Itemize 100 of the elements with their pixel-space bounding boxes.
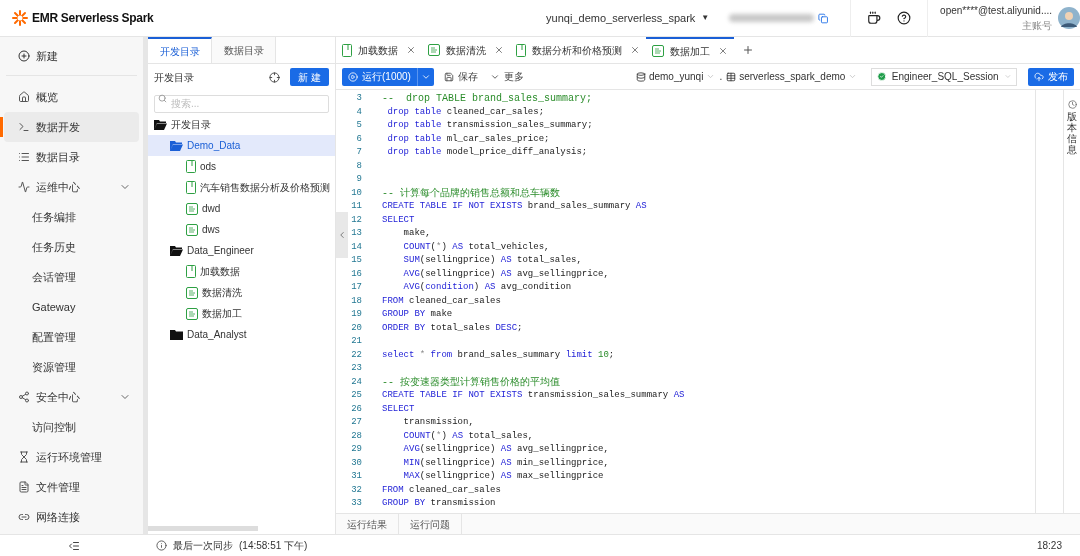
nav-item[interactable]: Gateway — [4, 292, 139, 322]
copy-icon[interactable] — [817, 12, 829, 24]
code-line: AVG(sellingprice) AS avg_sellingprice, — [402, 443, 609, 457]
separator-dot: . — [719, 70, 723, 84]
nav-icon — [18, 121, 30, 133]
line-number: 13 — [350, 227, 362, 241]
line-number: 4 — [355, 105, 362, 119]
open-folder-icon — [170, 245, 183, 256]
workspace-selector[interactable]: yunqi_demo_serverless_spark ▼ — [546, 9, 710, 27]
nav-item[interactable]: 文件管理 — [4, 472, 139, 502]
version-info-tab[interactable]: 版本信息 — [1067, 111, 1077, 155]
locate-icon[interactable] — [269, 71, 281, 83]
new-button[interactable]: 新建 — [0, 39, 143, 73]
nav-item[interactable]: 安全中心 — [4, 382, 139, 412]
code-line: AVG(sellingprice) AS avg_sellingprice, — [402, 267, 609, 281]
nav-item[interactable]: 资源管理 — [4, 352, 139, 382]
nav-item[interactable]: 任务历史 — [4, 232, 139, 262]
code-line: MAX(sellingprice) AS max_sellingprice — [402, 470, 604, 484]
publish-button[interactable]: 发布 — [1028, 67, 1074, 86]
catalog-select[interactable]: demo_yunqi — [635, 69, 716, 84]
help-icon[interactable] — [897, 11, 912, 25]
tree-item[interactable]: Data_Analyst — [148, 324, 335, 345]
line-number: 8 — [355, 159, 362, 173]
collapse-menu-icon[interactable] — [68, 539, 80, 552]
new-file-button[interactable]: 新 建 — [290, 68, 329, 86]
line-number: 7 — [355, 146, 362, 160]
nav-item[interactable]: 运行环境管理 — [4, 442, 139, 472]
line-number: 17 — [350, 281, 362, 295]
line-number: 32 — [350, 483, 362, 497]
line-number: 27 — [350, 416, 362, 430]
collapse-handle[interactable] — [336, 212, 348, 258]
line-number: 15 — [350, 254, 362, 268]
chevron-icon — [337, 230, 347, 240]
explorer-tab[interactable]: 开发目录 — [148, 37, 212, 63]
tree-item[interactable]: 汽车销售数据分析及价格预测 — [148, 177, 335, 198]
avatar[interactable] — [1058, 7, 1080, 29]
line-number: 26 — [350, 402, 362, 416]
scrollbar[interactable] — [148, 526, 258, 531]
result-tab[interactable]: 运行结果 — [336, 514, 399, 534]
tree-item[interactable]: Demo_Data — [148, 135, 335, 156]
open-folder-icon — [170, 140, 183, 151]
tree-item[interactable]: 数据加工 — [148, 303, 335, 324]
active-indicator — [0, 117, 3, 137]
brand-name: EMR Serverless Spark — [32, 10, 154, 27]
line-number: 20 — [350, 321, 362, 335]
line-number: 28 — [350, 429, 362, 443]
folder-icon — [170, 329, 183, 340]
line-number: 14 — [350, 240, 362, 254]
close-icon[interactable] — [718, 46, 728, 56]
database-select[interactable]: serverless_spark_demo — [726, 69, 858, 84]
line-number: 29 — [350, 443, 362, 457]
line-number: 19 — [350, 308, 362, 322]
result-tab[interactable]: 运行问题 — [399, 514, 462, 534]
nav-icon — [18, 151, 30, 163]
nav-item[interactable]: 数据目录 — [4, 142, 139, 172]
tree-item[interactable]: 加载数据 — [148, 261, 335, 282]
tree-item[interactable]: ods — [148, 156, 335, 177]
code-line: GROUP BY make — [382, 308, 453, 322]
search-icon — [158, 94, 167, 103]
more-button[interactable]: 更多 — [489, 69, 524, 84]
editor-tab[interactable]: 数据加工 — [646, 37, 734, 63]
line-number: 6 — [355, 132, 362, 146]
line-number: 16 — [350, 267, 362, 281]
editor-tab[interactable]: 数据清洗 — [422, 37, 510, 63]
line-number: 11 — [350, 200, 362, 214]
nav-item[interactable]: 任务编排 — [4, 202, 139, 232]
add-tab-icon[interactable] — [742, 44, 754, 56]
cup-icon[interactable] — [867, 11, 882, 25]
caret-icon — [1003, 72, 1012, 81]
nav-item[interactable]: 会话管理 — [4, 262, 139, 292]
nav-item[interactable]: 配置管理 — [4, 322, 139, 352]
sql-file-icon — [186, 202, 198, 215]
code-line: FROM cleaned_car_sales — [382, 483, 501, 497]
session-select[interactable]: Engineer_SQL_Session — [871, 67, 1018, 86]
code-line: -- 计算每个品牌的销售总额和总车辆数 — [382, 186, 560, 201]
tree-item[interactable]: 数据清洗 — [148, 282, 335, 303]
nav-item[interactable]: 概览 — [4, 82, 139, 112]
code-line: MIN(sellingprice) AS min_sellingprice, — [402, 456, 609, 470]
save-button[interactable]: 保存 — [443, 69, 478, 84]
code-line: CREATE TABLE IF NOT EXISTS transmission_sales_summary AS — [382, 389, 685, 403]
explorer-tab[interactable]: 数据目录 — [212, 37, 276, 63]
editor-tab[interactable]: 加载数据 — [336, 37, 422, 63]
close-icon[interactable] — [406, 45, 416, 55]
history-icon[interactable] — [1067, 100, 1077, 109]
close-icon[interactable] — [630, 45, 640, 55]
editor-tab[interactable]: 数据分析和价格预测 — [510, 37, 646, 63]
nav-item[interactable]: 运维中心 — [4, 172, 139, 202]
nav-item[interactable]: 网络连接 — [4, 502, 139, 532]
sql-file-icon — [186, 307, 198, 320]
open-folder-icon — [154, 119, 167, 130]
close-icon[interactable] — [494, 45, 504, 55]
tree-item[interactable]: dwd — [148, 198, 335, 219]
account-type: 主账号 — [1022, 19, 1052, 33]
nav-item[interactable]: 访问控制 — [4, 412, 139, 442]
code-line: SELECT — [382, 213, 415, 227]
code-line: make, — [402, 227, 431, 241]
search-field[interactable]: 搜索... — [154, 94, 329, 113]
tree-item[interactable]: 开发目录 — [148, 114, 335, 135]
tree-item[interactable]: dws — [148, 219, 335, 240]
tree-item[interactable]: Data_Engineer — [148, 240, 335, 261]
